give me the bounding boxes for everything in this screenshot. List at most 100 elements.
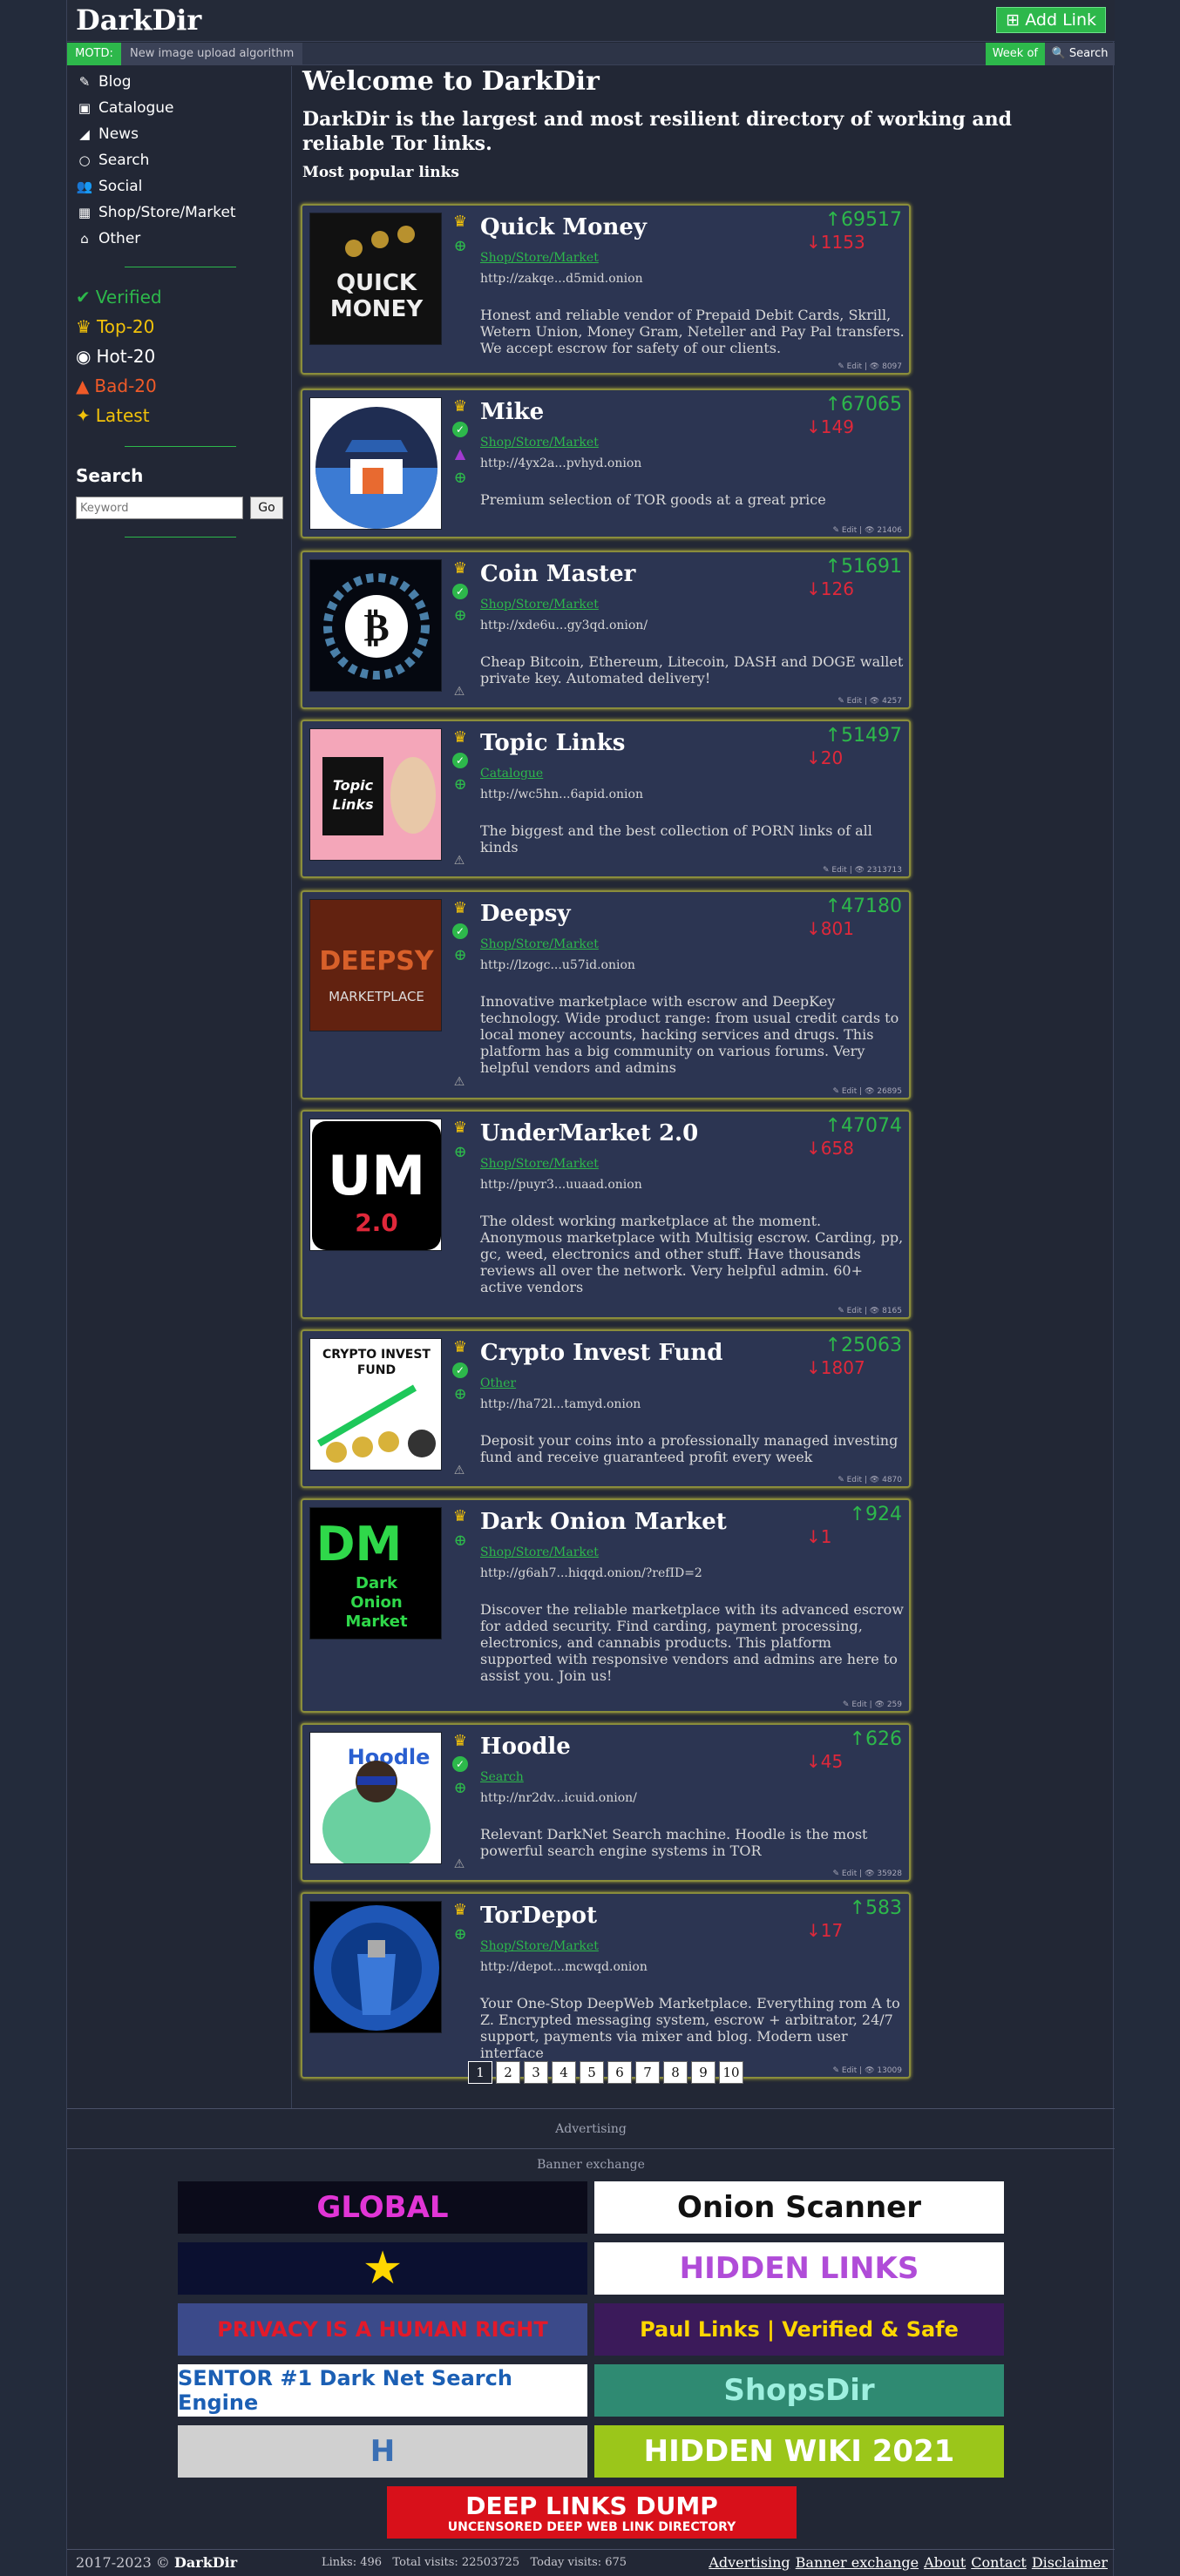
- link-thumbnail[interactable]: Topic Links: [309, 728, 442, 861]
- link-category[interactable]: Shop/Store/Market: [480, 598, 599, 612]
- upvote-count[interactable]: ↑626: [850, 1728, 902, 1750]
- link-title[interactable]: Coin Master: [480, 561, 635, 587]
- keyword-input[interactable]: [76, 497, 243, 519]
- link-title[interactable]: Deepsy: [480, 901, 571, 927]
- downvote-count[interactable]: ↓1153: [806, 232, 885, 253]
- upvote-count[interactable]: ↑47180: [825, 896, 902, 917]
- banner-ad[interactable]: H: [178, 2425, 587, 2478]
- link-url[interactable]: http://depot...mcwqd.onion: [480, 1960, 648, 1974]
- link-category[interactable]: Other: [480, 1376, 516, 1390]
- downvote-count[interactable]: ↓45: [806, 1751, 885, 1772]
- downvote-count[interactable]: ↓149: [806, 416, 885, 437]
- page-button[interactable]: 4: [552, 2061, 576, 2084]
- link-url[interactable]: http://4yx2a...pvhyd.onion: [480, 456, 641, 470]
- link-thumbnail[interactable]: QUICK MONEY: [309, 213, 442, 345]
- filter-bad-20[interactable]: ▲ Bad-20: [76, 373, 157, 399]
- link-title[interactable]: Hoodle: [480, 1734, 571, 1760]
- link-url[interactable]: http://zakqe...d5mid.onion: [480, 272, 643, 286]
- link-url[interactable]: http://lzogc...u57id.onion: [480, 958, 635, 972]
- week-of-button[interactable]: Week of: [985, 43, 1045, 65]
- upvote-count[interactable]: ↑51497: [825, 725, 902, 747]
- link-thumbnail[interactable]: CRYPTO INVEST FUND: [309, 1338, 442, 1471]
- page-button[interactable]: 5: [580, 2061, 604, 2084]
- page-button[interactable]: 2: [496, 2061, 520, 2084]
- link-title[interactable]: Topic Links: [480, 730, 625, 756]
- sidebar-item-shop[interactable]: ▦ Shop/Store/Market: [76, 200, 236, 225]
- link-category[interactable]: Shop/Store/Market: [480, 436, 599, 450]
- banner-ad[interactable]: Paul Links | Verified & Safe: [594, 2303, 1004, 2356]
- top-search-button[interactable]: 🔍 Search: [1045, 43, 1115, 65]
- advertising-label[interactable]: Advertising: [67, 2108, 1115, 2148]
- link-url[interactable]: http://puyr3...uuaad.onion: [480, 1178, 642, 1192]
- link-category[interactable]: Shop/Store/Market: [480, 937, 599, 951]
- banner-ad[interactable]: PRIVACY IS A HUMAN RIGHT: [178, 2303, 587, 2356]
- warning-icon[interactable]: ⚠: [451, 852, 468, 869]
- footer-link[interactable]: Disclaimer: [1032, 2554, 1108, 2571]
- upvote-count[interactable]: ↑69517: [825, 209, 902, 231]
- upvote-count[interactable]: ↑47074: [825, 1115, 902, 1137]
- sidebar-item-other[interactable]: ⌂ Other: [76, 226, 140, 251]
- link-title[interactable]: Quick Money: [480, 214, 647, 240]
- upvote-count[interactable]: ↑67065: [825, 394, 902, 416]
- link-url[interactable]: http://ha72l...tamyd.onion: [480, 1397, 641, 1411]
- edit-link[interactable]: Edit: [842, 1087, 857, 1096]
- banner-ad[interactable]: SENTOR #1 Dark Net Search Engine: [178, 2364, 587, 2417]
- edit-link[interactable]: Edit: [831, 866, 846, 875]
- sidebar-item-search[interactable]: ○ Search: [76, 148, 149, 172]
- filter-latest[interactable]: ✦ Latest: [76, 402, 150, 429]
- motd-message[interactable]: New image upload algorithm: [121, 43, 303, 65]
- edit-link[interactable]: Edit: [847, 1476, 862, 1484]
- downvote-count[interactable]: ↓658: [806, 1138, 885, 1159]
- link-title[interactable]: UnderMarket 2.0: [480, 1120, 698, 1146]
- downvote-count[interactable]: ↓1: [806, 1526, 885, 1547]
- link-thumbnail[interactable]: UM 2.0: [309, 1119, 442, 1251]
- link-category[interactable]: Search: [480, 1770, 524, 1784]
- link-title[interactable]: Dark Onion Market: [480, 1509, 727, 1535]
- go-button[interactable]: Go: [250, 497, 283, 519]
- downvote-count[interactable]: ↓801: [806, 918, 885, 939]
- footer-link[interactable]: Advertising: [709, 2554, 790, 2571]
- page-button[interactable]: 1: [468, 2061, 492, 2084]
- edit-link[interactable]: Edit: [847, 1307, 862, 1315]
- site-logo[interactable]: DarkDir: [76, 3, 201, 37]
- sidebar-item-social[interactable]: 👥 Social: [76, 174, 143, 199]
- link-url[interactable]: http://xde6u...gy3qd.onion/: [480, 619, 648, 632]
- upvote-count[interactable]: ↑583: [850, 1897, 902, 1919]
- footer-link[interactable]: About: [924, 2554, 966, 2571]
- link-thumbnail[interactable]: [309, 1901, 442, 2033]
- warning-icon[interactable]: ⚠: [451, 683, 468, 700]
- add-link-button[interactable]: ⊞ Add Link: [996, 7, 1106, 33]
- link-thumbnail[interactable]: ₿: [309, 559, 442, 692]
- edit-link[interactable]: Edit: [842, 526, 857, 535]
- sidebar-item-catalogue[interactable]: ▣ Catalogue: [76, 96, 174, 120]
- link-category[interactable]: Shop/Store/Market: [480, 251, 599, 265]
- link-category[interactable]: Shop/Store/Market: [480, 1939, 599, 1953]
- page-button[interactable]: 9: [691, 2061, 715, 2084]
- link-thumbnail[interactable]: DEEPSY MARKETPLACE: [309, 899, 442, 1031]
- link-title[interactable]: Crypto Invest Fund: [480, 1340, 722, 1366]
- banner-ad[interactable]: ShopsDir: [594, 2364, 1004, 2417]
- link-url[interactable]: http://nr2dv...icuid.onion/: [480, 1791, 637, 1805]
- link-category[interactable]: Catalogue: [480, 767, 543, 781]
- downvote-count[interactable]: ↓126: [806, 578, 885, 599]
- warning-icon[interactable]: ⚠: [451, 1073, 468, 1091]
- link-title[interactable]: TorDepot: [480, 1903, 597, 1929]
- link-url[interactable]: http://g6ah7...hiqqd.onion/?refID=2: [480, 1566, 702, 1580]
- page-button[interactable]: 8: [663, 2061, 688, 2084]
- upvote-count[interactable]: ↑51691: [825, 556, 902, 578]
- filter-verified[interactable]: ✔ Verified: [76, 284, 162, 310]
- link-title[interactable]: Mike: [480, 399, 544, 425]
- sidebar-item-blog[interactable]: ✎ Blog: [76, 70, 132, 94]
- filter-hot-20[interactable]: ◉ Hot-20: [76, 343, 155, 369]
- banner-ad[interactable]: ★: [178, 2242, 587, 2295]
- link-thumbnail[interactable]: Hoodle: [309, 1732, 442, 1864]
- edit-link[interactable]: Edit: [847, 362, 862, 371]
- downvote-count[interactable]: ↓1807: [806, 1357, 885, 1378]
- link-category[interactable]: Shop/Store/Market: [480, 1157, 599, 1171]
- banner-ad[interactable]: DEEP LINKS DUMP UNCENSORED DEEP WEB LINK …: [387, 2486, 797, 2539]
- page-button[interactable]: 3: [524, 2061, 548, 2084]
- link-thumbnail[interactable]: DM Dark Onion Market: [309, 1507, 442, 1640]
- warning-icon[interactable]: ⚠: [451, 1462, 468, 1479]
- edit-link[interactable]: Edit: [847, 697, 862, 706]
- downvote-count[interactable]: ↓20: [806, 747, 885, 768]
